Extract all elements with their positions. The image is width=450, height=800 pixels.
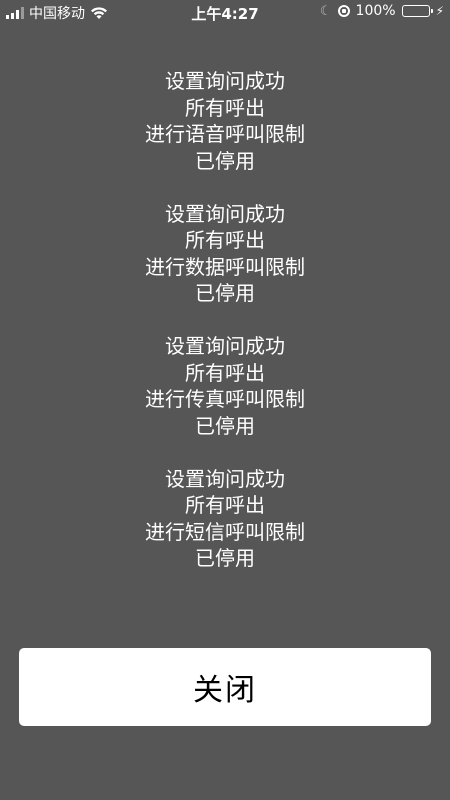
message-line: 所有呼出 [185,95,265,120]
status-bar: 中国移动 上午4:27 ☾ 100% ⚡ [0,0,450,24]
message-list: 设置询问成功 所有呼出 进行语音呼叫限制 已停用 设置询问成功 所有呼出 进行数… [0,68,450,598]
message-line: 已停用 [195,281,255,305]
message-block-voice: 设置询问成功 所有呼出 进行语音呼叫限制 已停用 [0,68,450,174]
close-button[interactable]: 关闭 [19,648,431,726]
charging-bolt-icon: ⚡ [435,4,444,18]
battery-percent: 100% [355,3,396,19]
message-line: 所有呼出 [185,493,265,517]
message-block-sms: 设置询问成功 所有呼出 进行短信呼叫限制 已停用 [0,466,450,572]
message-line: 所有呼出 [185,360,265,385]
message-line: 进行短信呼叫限制 [145,519,305,544]
message-line: 所有呼出 [185,228,265,252]
message-line: 进行传真呼叫限制 [145,387,305,411]
status-bar-right: ☾ 100% ⚡ [320,3,444,19]
message-block-fax: 设置询问成功 所有呼出 进行传真呼叫限制 已停用 [0,333,450,439]
message-line: 进行数据呼叫限制 [145,254,305,279]
rotation-lock-icon [337,5,350,17]
message-line: 已停用 [195,546,255,570]
moon-icon: ☾ [319,3,332,19]
message-line: 设置询问成功 [165,466,285,491]
message-line: 已停用 [195,413,255,438]
message-block-data: 设置询问成功 所有呼出 进行数据呼叫限制 已停用 [0,201,450,307]
message-line: 进行语音呼叫限制 [145,122,305,146]
message-line: 设置询问成功 [165,69,285,93]
message-line: 设置询问成功 [165,201,285,226]
battery-icon [401,5,433,17]
message-line: 设置询问成功 [165,334,285,358]
message-line: 已停用 [195,148,255,173]
